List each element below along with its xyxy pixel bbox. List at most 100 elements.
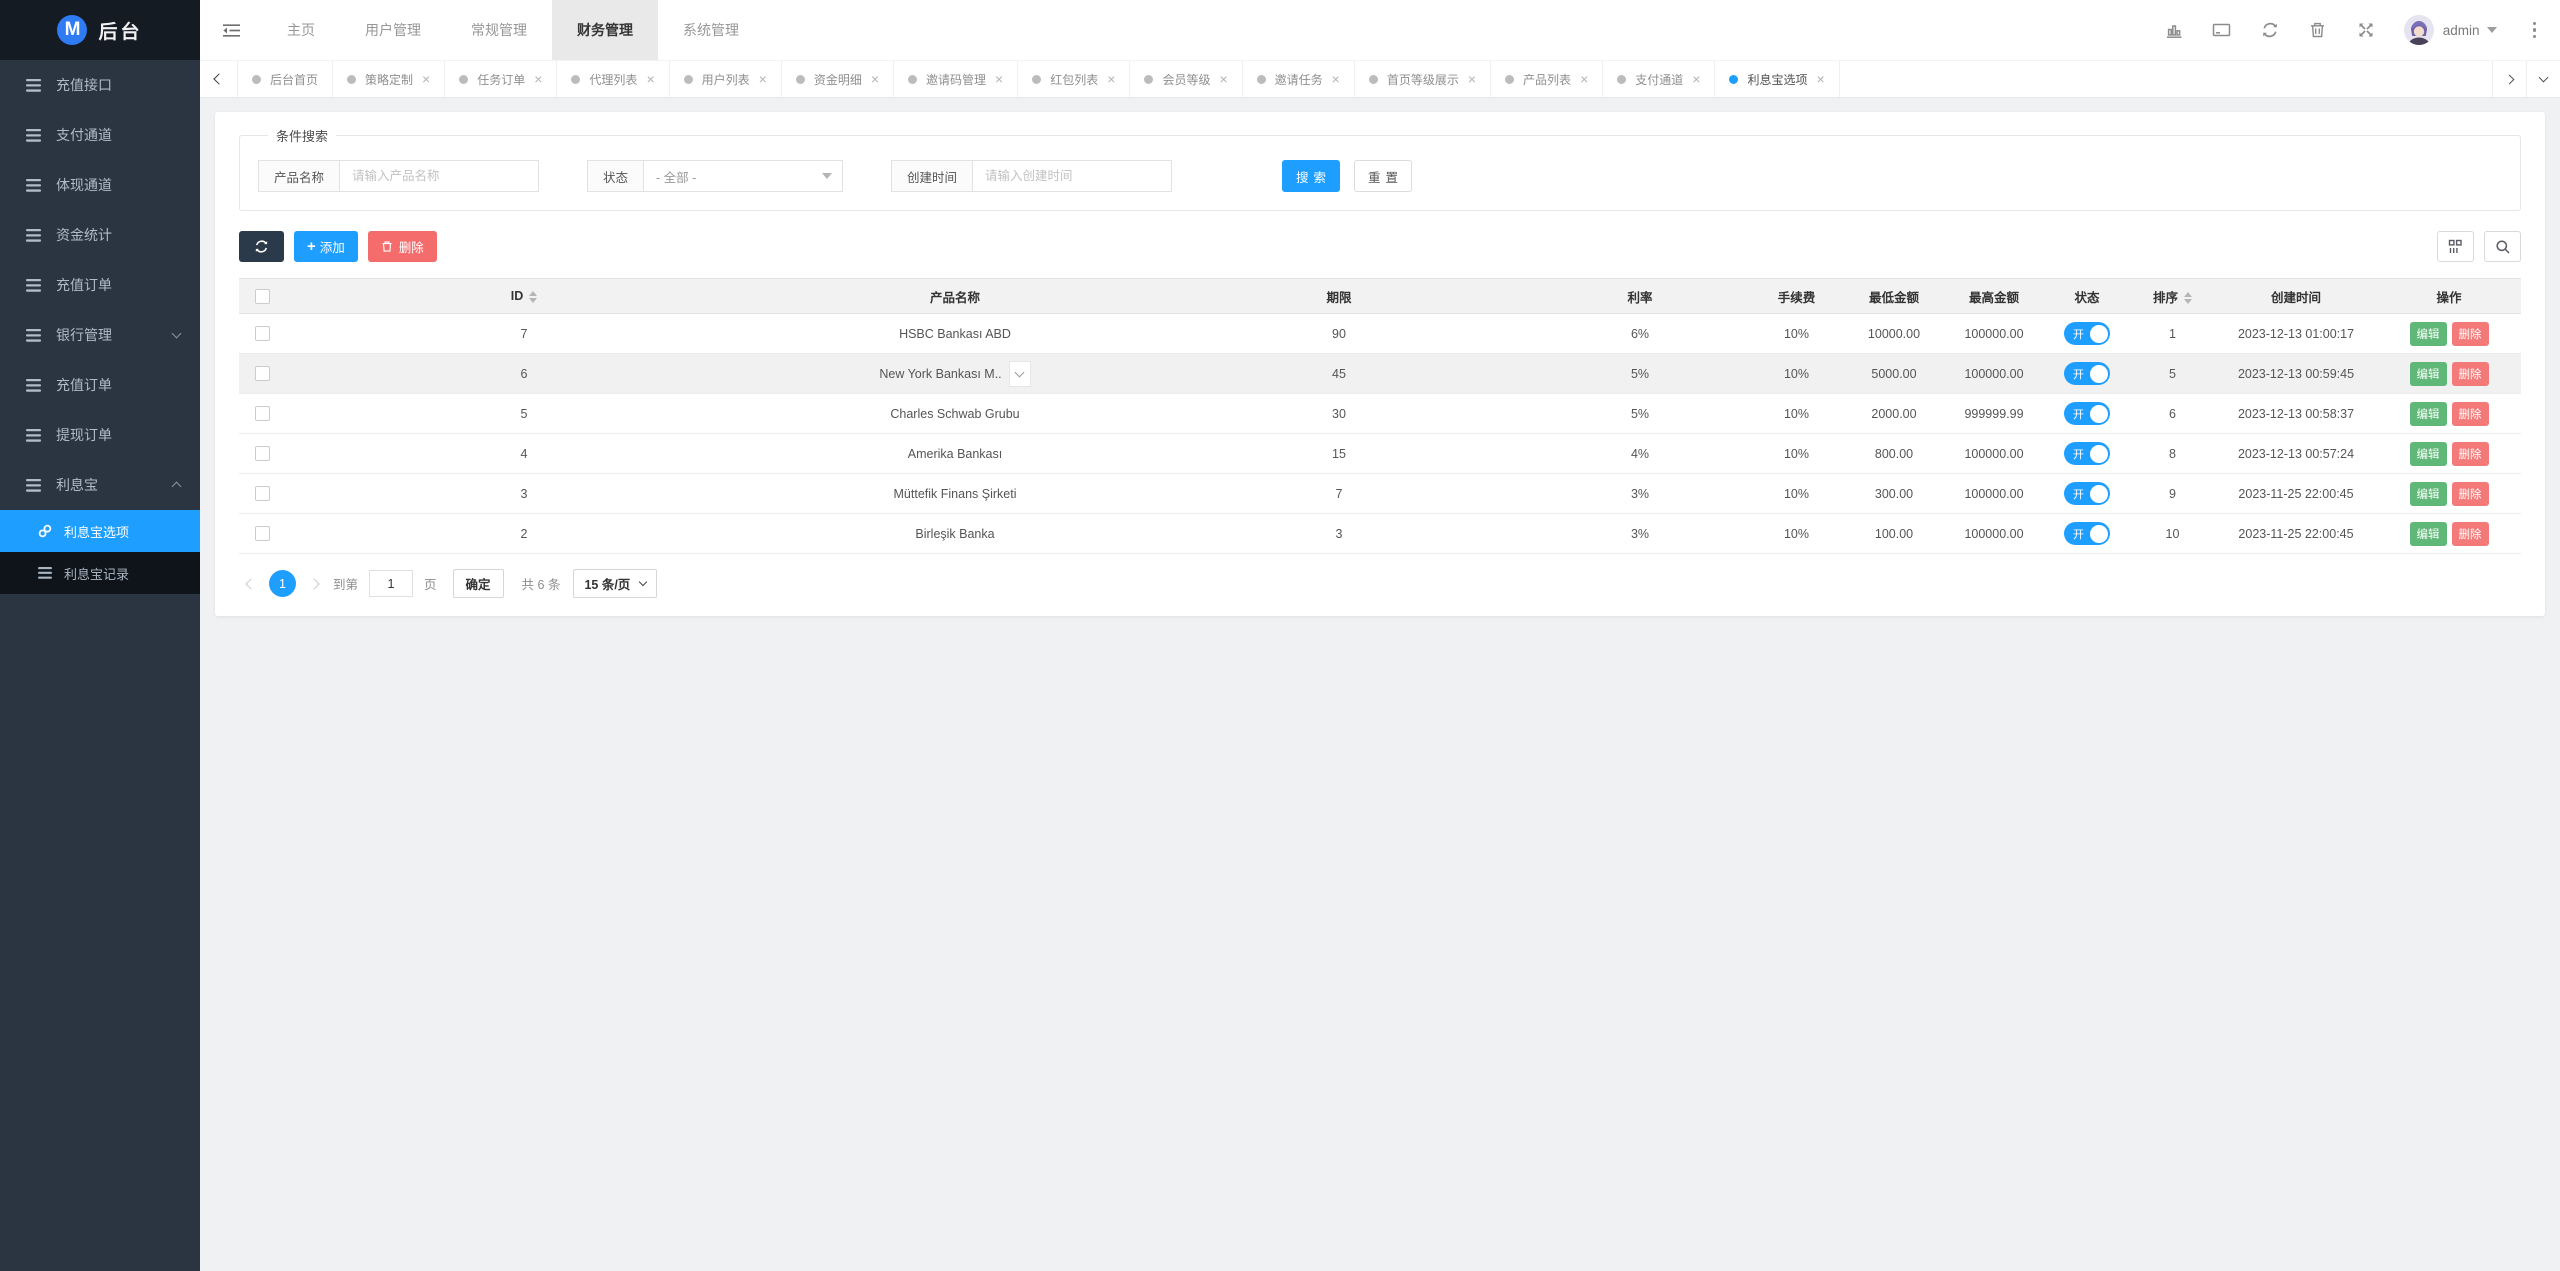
- tab-close-icon[interactable]: ×: [871, 72, 879, 86]
- search-button[interactable]: 搜索: [1282, 160, 1341, 192]
- top-nav-item[interactable]: 常规管理: [446, 0, 552, 60]
- refresh-table-button[interactable]: [239, 231, 284, 262]
- edit-button[interactable]: 编辑: [2409, 401, 2447, 426]
- status-toggle[interactable]: 开: [2064, 522, 2110, 545]
- tab[interactable]: 策略定制 ×: [333, 61, 446, 97]
- sidebar-item[interactable]: 提现订单: [0, 410, 200, 460]
- tab-close-icon[interactable]: ×: [1580, 72, 1588, 86]
- tab-close-icon[interactable]: ×: [1816, 72, 1824, 86]
- tab[interactable]: 支付通道 ×: [1603, 61, 1716, 97]
- tab-close-icon[interactable]: ×: [646, 72, 654, 86]
- tab-close-icon[interactable]: ×: [1468, 72, 1476, 86]
- add-button[interactable]: + 添加: [294, 231, 358, 262]
- edit-button[interactable]: 编辑: [2409, 361, 2447, 386]
- sort-icon[interactable]: [2184, 292, 2192, 305]
- refresh-button[interactable]: [2246, 0, 2294, 60]
- tab[interactable]: 代理列表 ×: [557, 61, 670, 97]
- reset-button[interactable]: 重置: [1354, 160, 1413, 192]
- tab[interactable]: 红包列表 ×: [1018, 61, 1131, 97]
- status-toggle[interactable]: 开: [2064, 402, 2110, 425]
- top-nav-item[interactable]: 财务管理: [552, 0, 658, 60]
- edit-button[interactable]: 编辑: [2409, 321, 2447, 346]
- tab-close-icon[interactable]: ×: [995, 72, 1003, 86]
- edit-button[interactable]: 编辑: [2409, 521, 2447, 546]
- row-checkbox[interactable]: [254, 446, 270, 462]
- tab-close-icon[interactable]: ×: [422, 72, 430, 86]
- tab-close-icon[interactable]: ×: [1107, 72, 1115, 86]
- sidebar-subitem[interactable]: 利息宝选项: [0, 510, 200, 552]
- tab[interactable]: 邀请码管理 ×: [894, 61, 1019, 97]
- columns-toggle-button[interactable]: [2437, 231, 2474, 262]
- sidebar-subitem[interactable]: 利息宝记录: [0, 552, 200, 594]
- fullscreen-button[interactable]: [2342, 0, 2390, 60]
- top-nav-item[interactable]: 主页: [262, 0, 340, 60]
- top-nav-item[interactable]: 系统管理: [658, 0, 764, 60]
- tab-close-icon[interactable]: ×: [534, 72, 542, 86]
- sidebar-item[interactable]: 充值订单: [0, 360, 200, 410]
- tab-close-icon[interactable]: ×: [1692, 72, 1700, 86]
- tab[interactable]: 用户列表 ×: [670, 61, 782, 97]
- clear-cache-button[interactable]: [2294, 0, 2342, 60]
- sidebar-item[interactable]: 体现通道: [0, 160, 200, 210]
- sidebar-item[interactable]: 充值接口: [0, 60, 200, 110]
- top-nav-item[interactable]: 用户管理: [340, 0, 446, 60]
- tab[interactable]: 邀请任务 ×: [1243, 61, 1355, 97]
- delete-button[interactable]: 删除: [2451, 401, 2489, 426]
- sidebar-item[interactable]: 充值订单: [0, 260, 200, 310]
- expand-row-button[interactable]: [1008, 360, 1031, 387]
- row-checkbox[interactable]: [254, 366, 270, 382]
- status-toggle[interactable]: 开: [2064, 482, 2110, 505]
- tab-close-icon[interactable]: ×: [1332, 72, 1340, 86]
- tab[interactable]: 首页等级展示 ×: [1355, 61, 1492, 97]
- row-checkbox[interactable]: [254, 526, 270, 542]
- goto-page-input[interactable]: [369, 570, 414, 597]
- sidebar-item[interactable]: 资金统计: [0, 210, 200, 260]
- avatar[interactable]: [2403, 15, 2434, 45]
- next-page-button[interactable]: [302, 572, 326, 596]
- tabs-scroll-left-button[interactable]: [200, 61, 238, 97]
- edit-button[interactable]: 编辑: [2409, 481, 2447, 506]
- card-button[interactable]: [2198, 0, 2246, 60]
- edit-button[interactable]: 编辑: [2409, 441, 2447, 466]
- tab[interactable]: 任务订单 ×: [445, 61, 558, 97]
- col-id[interactable]: ID: [285, 278, 763, 314]
- sidebar-item[interactable]: 利息宝: [0, 460, 200, 510]
- sort-icon[interactable]: [529, 290, 538, 303]
- delete-button[interactable]: 删除: [2451, 321, 2489, 346]
- created-time-input[interactable]: [972, 160, 1173, 192]
- prev-page-button[interactable]: [239, 572, 263, 596]
- delete-button[interactable]: 删除: [2451, 361, 2489, 386]
- tab[interactable]: 会员等级 ×: [1130, 61, 1243, 97]
- delete-button[interactable]: 删除: [2451, 441, 2489, 466]
- tab[interactable]: 资金明细 ×: [782, 61, 895, 97]
- status-toggle[interactable]: 开: [2064, 362, 2110, 385]
- status-select[interactable]: - 全部 -: [643, 160, 844, 192]
- sidebar-toggle-button[interactable]: [200, 0, 262, 60]
- tab[interactable]: 后台首页: [238, 61, 334, 97]
- page-number-button[interactable]: 1: [269, 570, 296, 597]
- sidebar-item[interactable]: 银行管理: [0, 310, 200, 360]
- status-toggle[interactable]: 开: [2064, 322, 2110, 345]
- status-toggle[interactable]: 开: [2064, 442, 2110, 465]
- delete-button[interactable]: 删除: [2451, 521, 2489, 546]
- more-button[interactable]: [2521, 21, 2549, 39]
- tab[interactable]: 利息宝选项 ×: [1715, 61, 1840, 97]
- col-sort[interactable]: 排序: [2130, 278, 2215, 314]
- table-search-button[interactable]: [2484, 231, 2521, 262]
- row-checkbox[interactable]: [254, 486, 270, 502]
- tab-close-icon[interactable]: ×: [1219, 72, 1227, 86]
- tab-close-icon[interactable]: ×: [759, 72, 767, 86]
- sidebar-item[interactable]: 支付通道: [0, 110, 200, 160]
- tab[interactable]: 产品列表 ×: [1491, 61, 1604, 97]
- select-all-checkbox[interactable]: [254, 288, 270, 304]
- batch-delete-button[interactable]: 删除: [367, 231, 437, 262]
- product-name-input[interactable]: [339, 160, 540, 192]
- tabs-menu-button[interactable]: [2526, 61, 2560, 97]
- page-size-select[interactable]: 15 条/页: [573, 569, 658, 598]
- goto-confirm-button[interactable]: 确定: [452, 569, 504, 598]
- tabs-scroll-right-button[interactable]: [2492, 61, 2526, 97]
- user-menu[interactable]: admin: [2443, 23, 2497, 38]
- chart-button[interactable]: [2150, 0, 2198, 60]
- row-checkbox[interactable]: [254, 406, 270, 422]
- row-checkbox[interactable]: [254, 326, 270, 342]
